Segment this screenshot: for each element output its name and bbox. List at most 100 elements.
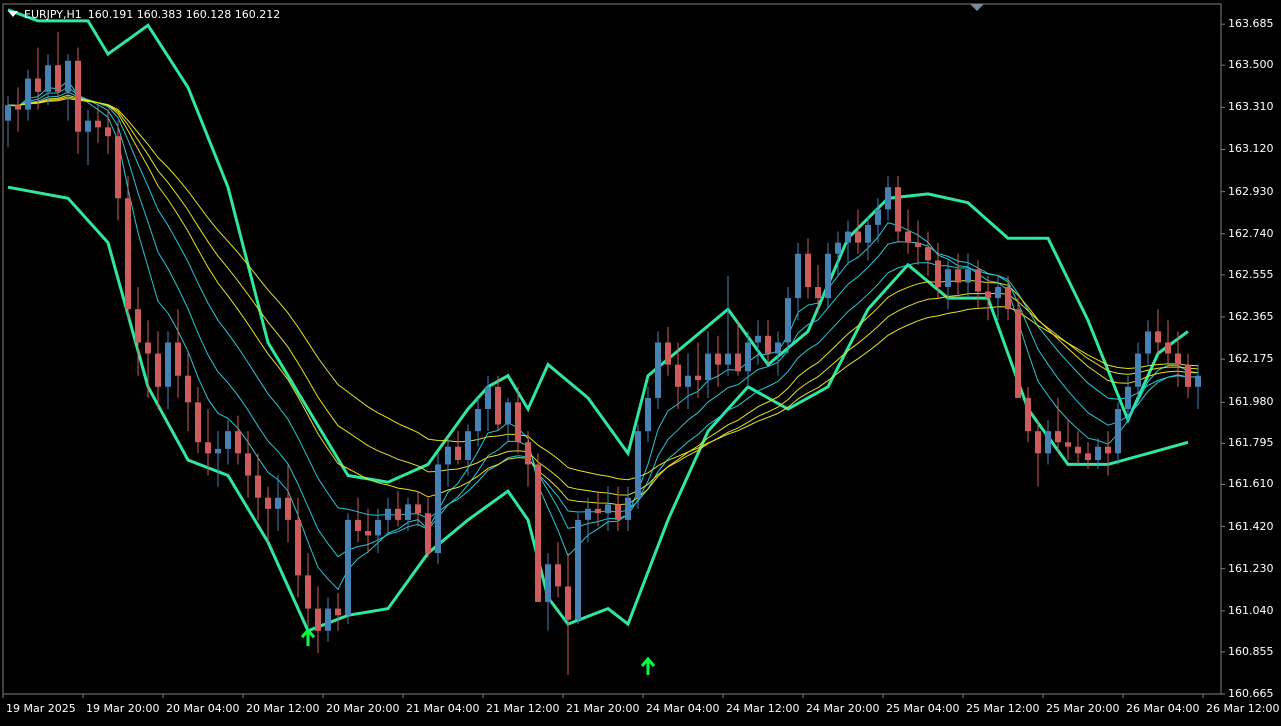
candle-body	[345, 519, 351, 616]
candle-body	[5, 105, 11, 121]
candle-body	[1085, 453, 1091, 461]
x-tick-label: 24 Mar 04:00	[646, 702, 720, 715]
candle-body	[225, 431, 231, 449]
candle-body	[875, 209, 881, 225]
candle-body	[975, 269, 981, 292]
candle-body	[1105, 446, 1111, 454]
candle-body	[1015, 309, 1021, 398]
candle-body	[555, 564, 561, 587]
candle-body	[885, 187, 891, 210]
x-tick-label: 26 Mar 12:00	[1206, 702, 1280, 715]
candle-body	[765, 335, 771, 354]
y-tick-label: 161.230	[1228, 561, 1274, 575]
candle-body	[265, 497, 271, 509]
y-tick-label: 163.685	[1228, 17, 1274, 31]
candle-body	[745, 342, 751, 372]
candle-body	[45, 65, 51, 92]
buy-arrow-icon	[300, 627, 316, 647]
candle-body	[135, 309, 141, 343]
moving-average-line	[7, 94, 1199, 506]
candle-body	[1005, 287, 1011, 310]
y-tick-label: 161.610	[1228, 477, 1274, 491]
candle-body	[785, 298, 791, 343]
candle-body	[935, 260, 941, 288]
x-tick-label: 19 Mar 20:00	[86, 702, 160, 715]
y-tick-label: 161.795	[1228, 436, 1274, 450]
candle-body	[955, 269, 961, 283]
chart-header: EURJPY,H1 160.191 160.383 160.128 160.21…	[8, 6, 280, 22]
x-tick-label: 21 Mar 04:00	[406, 702, 480, 715]
x-tick-label: 20 Mar 12:00	[246, 702, 320, 715]
candle-body	[245, 453, 251, 476]
candle-body	[545, 564, 551, 602]
candle-body	[995, 287, 1001, 299]
y-tick-label: 160.665	[1228, 687, 1274, 700]
buy-arrow-icon	[640, 656, 656, 675]
candle-body	[205, 442, 211, 454]
candle-body	[355, 519, 361, 531]
candle-body	[335, 608, 341, 616]
candle-body	[495, 386, 501, 425]
x-tick-label: 24 Mar 12:00	[726, 702, 800, 715]
candle-body	[485, 386, 491, 409]
candle-body	[805, 253, 811, 288]
x-tick-label: 25 Mar 04:00	[886, 702, 960, 715]
x-tick-label: 21 Mar 20:00	[566, 702, 640, 715]
x-tick-label: 20 Mar 20:00	[326, 702, 400, 715]
candle-body	[145, 342, 151, 354]
candle-body	[915, 242, 921, 248]
candle-body	[965, 269, 971, 283]
candle-body	[705, 353, 711, 381]
candle-body	[385, 508, 391, 520]
candle-body	[365, 530, 371, 536]
candle-body	[215, 448, 221, 454]
candle-body	[255, 475, 261, 498]
candle-body	[695, 375, 701, 381]
candle-body	[735, 353, 741, 372]
menu-triangle-icon[interactable]	[8, 11, 18, 17]
y-tick-label: 163.310	[1228, 100, 1274, 114]
y-tick-label: 162.740	[1228, 226, 1274, 240]
y-axis-ticks	[1221, 23, 1225, 695]
candle-body	[175, 342, 181, 376]
signal-arrows	[300, 627, 656, 675]
candle-body	[115, 136, 121, 199]
candle-body	[525, 442, 531, 465]
candle-body	[455, 446, 461, 461]
bollinger-lower-line	[7, 185, 1189, 633]
x-tick-label: 20 Mar 04:00	[166, 702, 240, 715]
price-chart[interactable]	[0, 0, 1281, 726]
candle-body	[1045, 431, 1051, 454]
candle-body	[465, 431, 471, 461]
chart-window[interactable]: EURJPY,H1 160.191 160.383 160.128 160.21…	[0, 0, 1281, 726]
symbol-label: EURJPY,H1	[24, 7, 82, 21]
candle-body	[725, 353, 731, 365]
x-tick-label: 19 Mar 2025	[6, 702, 76, 715]
candle-body	[855, 231, 861, 243]
candle-body	[95, 120, 101, 128]
candle-body	[575, 519, 581, 620]
candle-body	[1115, 408, 1121, 454]
ohlc-readout: 160.191 160.383 160.128 160.212	[87, 7, 281, 21]
x-tick-label: 24 Mar 20:00	[806, 702, 880, 715]
candle-body	[615, 504, 621, 520]
candle-body	[1155, 331, 1161, 343]
candle-body	[565, 586, 571, 620]
candle-body	[585, 508, 591, 520]
candle-body	[425, 513, 431, 554]
candle-body	[905, 231, 911, 243]
candle-body	[895, 187, 901, 232]
chart-shift-marker-icon[interactable]	[970, 4, 984, 11]
candle-body	[505, 402, 511, 425]
candle-body	[835, 242, 841, 254]
candle-body	[825, 253, 831, 299]
candle-body	[845, 231, 851, 243]
candle-body	[475, 408, 481, 432]
candle-body	[535, 464, 541, 602]
candle-body	[435, 464, 441, 554]
candle-body	[405, 504, 411, 520]
candle-body	[155, 353, 161, 387]
candle-body	[605, 504, 611, 514]
candlesticks	[5, 31, 1201, 676]
candle-body	[445, 446, 451, 465]
